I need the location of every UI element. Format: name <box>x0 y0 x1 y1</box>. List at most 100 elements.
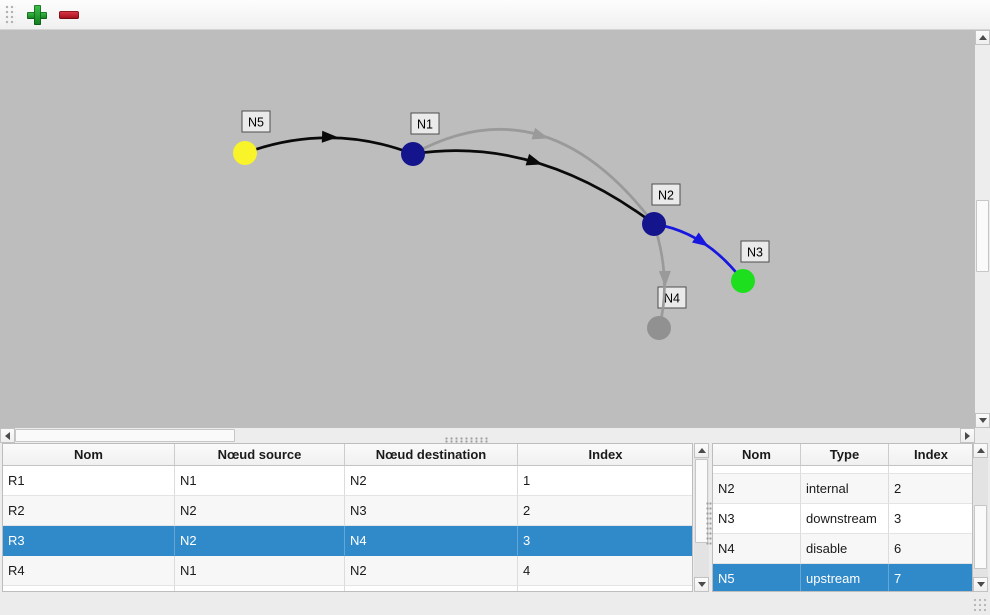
table-cell[interactable]: N4 <box>713 534 801 564</box>
node-N2[interactable] <box>642 212 666 236</box>
toolbar-drag-handle[interactable] <box>4 4 16 26</box>
svg-text:N5: N5 <box>248 116 264 130</box>
table-cell[interactable]: N5 <box>713 564 801 592</box>
status-bar <box>0 592 990 615</box>
table-cell[interactable]: N4 <box>345 526 518 556</box>
table-cell[interactable]: 6 <box>889 534 973 564</box>
triangle-down-icon <box>979 418 987 423</box>
triangle-up-icon <box>698 448 706 453</box>
table-cell[interactable]: N2 <box>345 466 518 496</box>
table-cell[interactable]: N2 <box>175 496 345 526</box>
table-cell[interactable]: N1 <box>175 466 345 496</box>
arrowhead-icon <box>322 131 338 144</box>
scroll-down-button[interactable] <box>694 577 709 592</box>
triangle-down-icon <box>698 582 706 587</box>
triangle-left-icon <box>5 432 10 440</box>
minus-icon <box>59 11 79 19</box>
table-cell[interactable]: downstream <box>801 504 889 534</box>
vscroll-thumb[interactable] <box>976 200 989 272</box>
scroll-up-button[interactable] <box>975 30 990 45</box>
table-cell[interactable]: upstream <box>801 564 889 592</box>
table-cell[interactable]: N1 <box>175 556 345 586</box>
edge-N1-N2-b[interactable] <box>413 129 654 224</box>
scroll-left-button[interactable] <box>0 428 15 443</box>
vscroll-thumb[interactable] <box>974 505 987 569</box>
arrowhead-icon <box>692 233 712 252</box>
table-cell[interactable]: R1 <box>3 466 175 496</box>
table-cell[interactable]: 2 <box>518 496 693 526</box>
scrollbar-corner <box>975 428 990 443</box>
add-button[interactable] <box>24 2 50 28</box>
plus-icon <box>26 4 48 26</box>
horizontal-splitter-handle[interactable] <box>445 437 489 443</box>
table-cell[interactable]: 1 <box>518 466 693 496</box>
column-header-nom[interactable]: Nom <box>3 444 175 466</box>
canvas-vscrollbar[interactable] <box>975 30 990 428</box>
table-row[interactable]: N2internal2 <box>713 474 972 504</box>
node-N4[interactable] <box>647 316 671 340</box>
arrowhead-icon <box>659 271 671 287</box>
table-cell[interactable]: N2 <box>713 474 801 504</box>
graph-canvas[interactable]: N1 N2 N3 N4 N5 <box>0 30 975 428</box>
scroll-right-button[interactable] <box>960 428 975 443</box>
table-cell[interactable]: R4 <box>3 556 175 586</box>
table-row[interactable]: N5upstream7 <box>713 564 972 592</box>
table-cell[interactable]: N3 <box>345 496 518 526</box>
column-header-type[interactable]: Type <box>801 444 889 466</box>
table-row[interactable]: R2N2N32 <box>3 496 692 526</box>
window-resize-grip[interactable] <box>973 598 987 612</box>
node-label-N2: N2 <box>652 184 680 205</box>
column-header-n-ud-destination[interactable]: Nœud destination <box>345 444 518 466</box>
remove-button[interactable] <box>56 2 82 28</box>
nodes-table-header: NomTypeIndex <box>713 444 972 466</box>
triangle-right-icon <box>965 432 970 440</box>
table-row[interactable]: R3N2N43 <box>3 526 692 556</box>
table-cell[interactable]: internal <box>801 474 889 504</box>
hscroll-thumb[interactable] <box>15 429 235 442</box>
nodes-table-scrollbar[interactable] <box>973 443 988 592</box>
table-cell[interactable]: R2 <box>3 496 175 526</box>
routes-table: NomNœud sourceNœud destinationIndex R1N1… <box>2 443 693 592</box>
table-cell[interactable]: N2 <box>345 556 518 586</box>
table-row[interactable]: N3downstream3 <box>713 504 972 534</box>
nodes-table-body: N2internal2N3downstream3N4disable6N5upst… <box>713 466 972 592</box>
table-cell[interactable]: 2 <box>889 474 973 504</box>
toolbar <box>0 0 990 30</box>
table-cell[interactable]: R3 <box>3 526 175 556</box>
table-cell[interactable]: 3 <box>889 504 973 534</box>
node-N3[interactable] <box>731 269 755 293</box>
table-row[interactable]: N4disable6 <box>713 534 972 564</box>
node-N1[interactable] <box>401 142 425 166</box>
scroll-up-button[interactable] <box>694 443 709 458</box>
svg-text:N4: N4 <box>664 292 680 306</box>
table-cell[interactable]: 3 <box>518 526 693 556</box>
column-header-n-ud-source[interactable]: Nœud source <box>175 444 345 466</box>
table-row[interactable]: R4N1N24 <box>3 556 692 586</box>
column-header-index[interactable]: Index <box>518 444 693 466</box>
nodes-table: NomTypeIndex N2internal2N3downstream3N4d… <box>712 443 973 592</box>
partial-row <box>713 466 972 474</box>
scroll-up-button[interactable] <box>973 443 988 458</box>
scroll-down-button[interactable] <box>973 577 988 592</box>
arrowhead-icon <box>526 154 545 170</box>
svg-text:N3: N3 <box>747 246 763 260</box>
routes-table-body: R1N1N21R2N2N32R3N2N43R4N1N24 <box>3 466 692 592</box>
node-N5[interactable] <box>233 141 257 165</box>
node-label-N5: N5 <box>242 111 270 132</box>
table-cell[interactable]: 7 <box>889 564 973 592</box>
svg-text:N2: N2 <box>658 189 674 203</box>
table-cell[interactable]: 4 <box>518 556 693 586</box>
table-cell[interactable]: N2 <box>175 526 345 556</box>
vertical-splitter-handle[interactable] <box>706 502 712 546</box>
svg-text:N1: N1 <box>417 118 433 132</box>
triangle-up-icon <box>979 35 987 40</box>
arrowhead-icon <box>532 128 551 144</box>
triangle-up-icon <box>977 448 985 453</box>
table-cell[interactable]: disable <box>801 534 889 564</box>
scroll-down-button[interactable] <box>975 413 990 428</box>
column-header-index[interactable]: Index <box>889 444 973 466</box>
table-row[interactable]: R1N1N21 <box>3 466 692 496</box>
table-cell[interactable]: N3 <box>713 504 801 534</box>
column-header-nom[interactable]: Nom <box>713 444 801 466</box>
node-label-N1: N1 <box>411 113 439 134</box>
